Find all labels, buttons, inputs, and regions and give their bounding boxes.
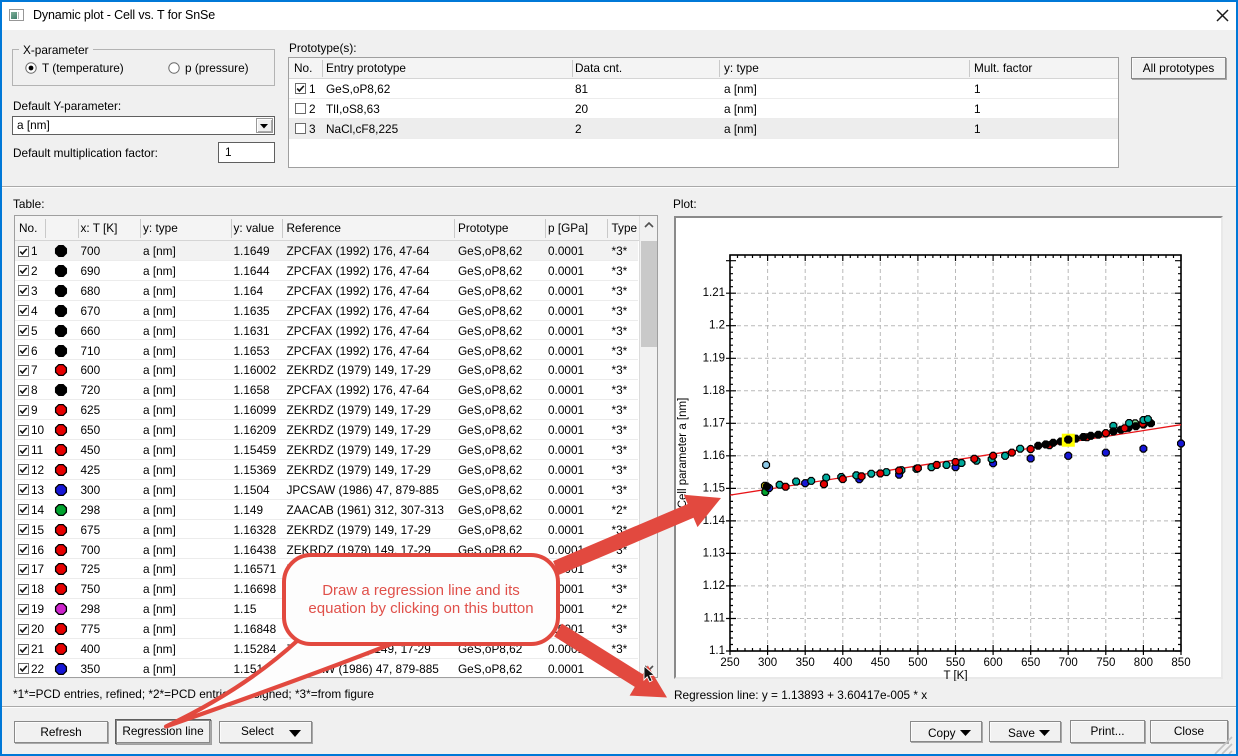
svg-text:Draw a regression line and its: Draw a regression line and its [322, 582, 520, 599]
svg-text:equation by clicking on this b: equation by clicking on this button [308, 600, 533, 617]
